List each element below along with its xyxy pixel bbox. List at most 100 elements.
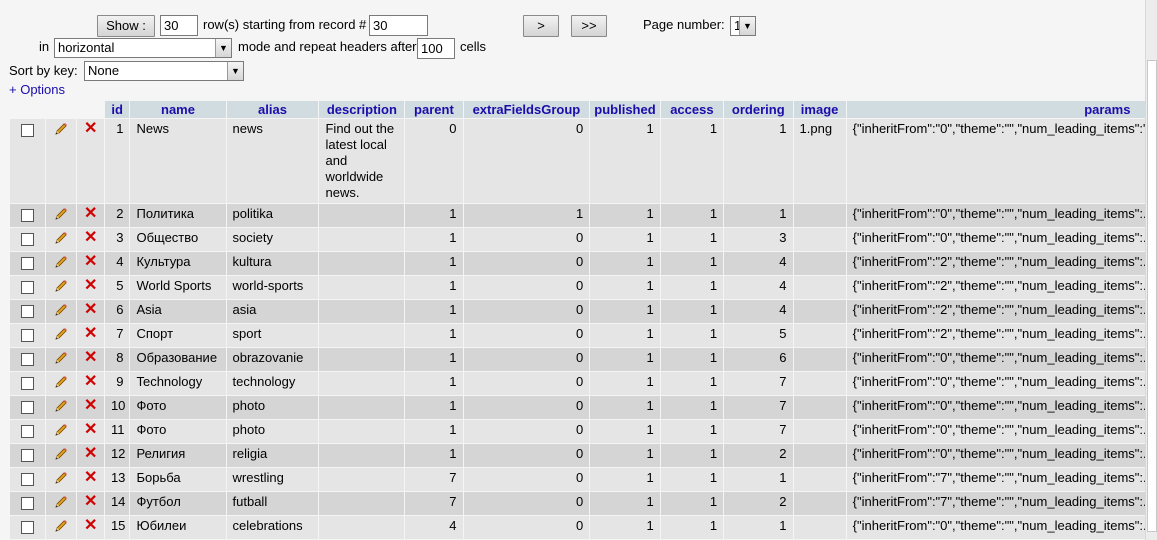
table-row[interactable]: ✕ 4 Культура kultura 1 0 1 1 4 {"inheritFrom":"2"… — [10, 252, 1146, 275]
row-checkbox[interactable] — [20, 449, 34, 462]
row-checkbox[interactable] — [20, 305, 34, 318]
cell-id: 13 — [104, 468, 130, 491]
column-header-id[interactable]: id — [104, 101, 130, 118]
page-number-select[interactable]: 1 ▼ — [730, 16, 756, 36]
table-row[interactable]: ✕ 2 Политика politika 1 1 1 1 1 {"inheritFrom":"0… — [10, 204, 1146, 227]
delete-x-icon[interactable]: ✕ — [84, 422, 97, 438]
cell-access: 1 — [660, 372, 724, 395]
row-checkbox[interactable] — [20, 497, 34, 510]
table-row[interactable]: ✕ 9 Technology technology 1 0 1 1 7 {"inheritFrom… — [10, 372, 1146, 395]
delete-x-icon[interactable]: ✕ — [84, 398, 97, 414]
start-record-input[interactable] — [369, 15, 428, 36]
edit-pencil-icon[interactable] — [53, 494, 69, 510]
delete-x-icon[interactable]: ✕ — [84, 326, 97, 342]
row-checkbox[interactable] — [20, 473, 34, 486]
row-checkbox[interactable] — [20, 209, 34, 222]
display-mode-select[interactable]: horizontal ▼ — [54, 38, 232, 58]
table-row[interactable]: ✕ 5 World Sports world-sports 1 0 1 1 4 {"inherit… — [10, 276, 1146, 299]
edit-cell — [45, 468, 77, 491]
cell-parent: 0 — [405, 119, 463, 203]
column-header-published[interactable]: published — [590, 101, 660, 118]
edit-pencil-icon[interactable] — [53, 206, 69, 222]
table-row[interactable]: ✕ 1 News news Find out the latest local and … — [10, 119, 1146, 203]
delete-x-icon[interactable]: ✕ — [84, 254, 97, 270]
delete-cell: ✕ — [77, 420, 104, 443]
cell-access: 1 — [660, 444, 724, 467]
last-page-button[interactable]: >> — [571, 15, 607, 37]
column-header-image[interactable]: image — [793, 101, 846, 118]
delete-x-icon[interactable]: ✕ — [84, 446, 97, 462]
row-checkbox[interactable] — [20, 329, 34, 342]
table-row[interactable]: ✕ 13 Борьба wrestling 7 0 1 1 1 {"inheritFrom":"7… — [10, 468, 1146, 491]
delete-x-icon[interactable]: ✕ — [84, 350, 97, 366]
row-checkbox[interactable] — [20, 353, 34, 366]
edit-pencil-icon[interactable] — [53, 446, 69, 462]
row-checkbox[interactable] — [20, 257, 34, 270]
column-header-access[interactable]: access — [660, 101, 724, 118]
cell-image — [793, 516, 846, 539]
edit-pencil-icon[interactable] — [53, 121, 69, 137]
cell-alias: news — [226, 119, 319, 203]
edit-pencil-icon[interactable] — [53, 470, 69, 486]
cell-image — [793, 204, 846, 227]
row-checkbox[interactable] — [20, 401, 34, 414]
rows-count-input[interactable] — [160, 15, 198, 36]
cell-id: 10 — [104, 396, 130, 419]
cell-params: {"inheritFrom":"2","theme":"","num_leadi… — [846, 300, 1146, 323]
table-row[interactable]: ✕ 7 Спорт sport 1 0 1 1 5 {"inheritFrom":"2","the… — [10, 324, 1146, 347]
edit-pencil-icon[interactable] — [53, 398, 69, 414]
edit-pencil-icon[interactable] — [53, 350, 69, 366]
delete-x-icon[interactable]: ✕ — [84, 302, 97, 318]
repeat-headers-input[interactable] — [417, 38, 455, 59]
table-row[interactable]: ✕ 8 Образование obrazovanie 1 0 1 1 6 {"inheritFr… — [10, 348, 1146, 371]
edit-pencil-icon[interactable] — [53, 518, 69, 534]
column-header-extrafieldsgroup[interactable]: extraFieldsGroup — [463, 101, 590, 118]
edit-pencil-icon[interactable] — [53, 254, 69, 270]
cell-id: 7 — [104, 324, 130, 347]
column-header-ordering[interactable]: ordering — [724, 101, 793, 118]
column-header-params[interactable]: params — [846, 101, 1146, 118]
options-link[interactable]: + Options — [9, 82, 65, 98]
delete-x-icon[interactable]: ✕ — [84, 278, 97, 294]
delete-x-icon[interactable]: ✕ — [84, 494, 97, 510]
delete-x-icon[interactable]: ✕ — [84, 206, 97, 222]
row-checkbox[interactable] — [20, 377, 34, 390]
edit-pencil-icon[interactable] — [53, 278, 69, 294]
column-header-description[interactable]: description — [319, 101, 405, 118]
delete-x-icon[interactable]: ✕ — [84, 518, 97, 534]
cell-ordering: 2 — [724, 444, 793, 467]
delete-x-icon[interactable]: ✕ — [84, 470, 97, 486]
edit-pencil-icon[interactable] — [53, 230, 69, 246]
table-row[interactable]: ✕ 12 Религия religia 1 0 1 1 2 {"inheritFrom":"0"… — [10, 444, 1146, 467]
edit-pencil-icon[interactable] — [53, 326, 69, 342]
vertical-scrollbar[interactable] — [1145, 0, 1157, 540]
row-select-cell — [10, 228, 45, 251]
table-row[interactable]: ✕ 3 Общество society 1 0 1 1 3 {"inheritFrom":"0"… — [10, 228, 1146, 251]
table-row[interactable]: ✕ 6 Asia asia 1 0 1 1 4 {"inheritFrom":"2","theme… — [10, 300, 1146, 323]
delete-x-icon[interactable]: ✕ — [84, 374, 97, 390]
delete-x-icon[interactable]: ✕ — [84, 121, 97, 137]
table-row[interactable]: ✕ 10 Фото photo 1 0 1 1 7 {"inheritFrom":"0","the… — [10, 396, 1146, 419]
next-page-button[interactable]: > — [523, 15, 559, 37]
cell-parent: 1 — [405, 396, 463, 419]
sort-by-select[interactable]: None ▼ — [84, 61, 244, 81]
row-checkbox[interactable] — [20, 233, 34, 246]
column-header-alias[interactable]: alias — [226, 101, 319, 118]
edit-pencil-icon[interactable] — [53, 422, 69, 438]
row-checkbox[interactable] — [20, 521, 34, 534]
edit-pencil-icon[interactable] — [53, 302, 69, 318]
column-header-name[interactable]: name — [130, 101, 226, 118]
delete-x-icon[interactable]: ✕ — [84, 230, 97, 246]
table-row[interactable]: ✕ 15 Юбилеи celebrations 4 0 1 1 1 {"inheritFrom"… — [10, 516, 1146, 539]
row-checkbox[interactable] — [20, 124, 34, 137]
row-checkbox[interactable] — [20, 425, 34, 438]
edit-pencil-icon[interactable] — [53, 374, 69, 390]
cell-parent: 1 — [405, 444, 463, 467]
table-row[interactable]: ✕ 14 Футбол futball 7 0 1 1 2 {"inheritFrom":"7",… — [10, 492, 1146, 515]
column-header-parent[interactable]: parent — [405, 101, 463, 118]
row-checkbox[interactable] — [20, 281, 34, 294]
show-button[interactable]: Show : — [97, 15, 155, 37]
cell-image — [793, 228, 846, 251]
scrollbar-thumb[interactable] — [1147, 60, 1157, 532]
table-row[interactable]: ✕ 11 Фото photo 1 0 1 1 7 {"inheritFrom":"0","the… — [10, 420, 1146, 443]
